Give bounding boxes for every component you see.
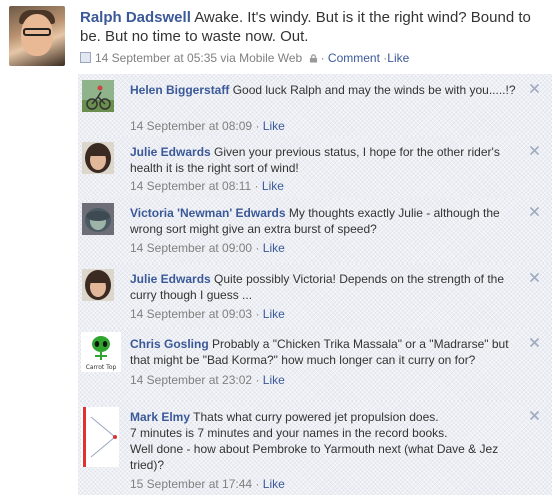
comment-message: Julie Edwards Quite possibly Victoria! D…	[130, 271, 525, 303]
mobile-icon	[80, 52, 91, 63]
close-icon[interactable]	[529, 206, 540, 217]
comment-message: Victoria 'Newman' Edwards My thoughts ex…	[130, 205, 525, 237]
post-meta: 14 September at 05:35 via Mobile Web · C…	[80, 51, 409, 65]
meta-separator: ·	[255, 119, 260, 133]
meta-separator: ·	[320, 51, 325, 65]
comment-timestamp: 14 September at 08:11	[130, 179, 252, 193]
comment-message: Chris Gosling Probably a "Chicken Trika …	[130, 336, 525, 368]
comment-item: Julie Edwards Given your previous status…	[78, 136, 552, 198]
comment-like-link[interactable]: Like	[263, 307, 285, 321]
commenter-avatar[interactable]	[82, 269, 114, 301]
commenter-avatar[interactable]	[82, 203, 114, 235]
comment-timestamp: 14 September at 08:09	[130, 119, 253, 133]
avatar-caption: Carrot Top	[86, 364, 117, 371]
commenter-name[interactable]: Julie Edwards	[130, 145, 211, 159]
comment-item: Mark Elmy Thats what curry powered jet p…	[78, 401, 552, 496]
comment-like-link[interactable]: Like	[263, 119, 285, 133]
comment-meta: 14 September at 09:03 · Like	[130, 307, 285, 321]
post-author-link[interactable]: Ralph Dadswell	[80, 9, 191, 26]
post-timestamp: 14 September at 05:35 via Mobile Web	[95, 51, 303, 65]
commenter-name[interactable]: Mark Elmy	[130, 410, 190, 424]
comment-message: Helen Biggerstaff Good luck Ralph and ma…	[130, 82, 525, 98]
comment-message: Mark Elmy Thats what curry powered jet p…	[130, 409, 525, 473]
comment-meta: 15 September at 17:44 · Like	[130, 477, 285, 491]
comment-meta: 14 September at 23:02 · Like	[130, 373, 285, 387]
commenter-avatar[interactable]	[81, 407, 119, 467]
like-link[interactable]: Like	[387, 51, 409, 65]
comment-item: Victoria 'Newman' Edwards My thoughts ex…	[78, 197, 552, 264]
meta-separator: ·	[255, 477, 260, 491]
comment-link[interactable]: Comment	[328, 51, 380, 65]
close-icon[interactable]	[529, 272, 540, 283]
commenter-avatar[interactable]	[82, 80, 114, 112]
commenter-avatar[interactable]	[82, 142, 114, 174]
commenter-name[interactable]: Julie Edwards	[130, 272, 211, 286]
comment-meta: 14 September at 08:09 · Like	[130, 119, 285, 133]
close-icon[interactable]	[529, 83, 540, 94]
post-message: Ralph Dadswell Awake. It's windy. But is…	[80, 8, 545, 46]
comment-like-link[interactable]: Like	[263, 241, 285, 255]
comment-like-link[interactable]: Like	[262, 179, 284, 193]
comment-timestamp: 14 September at 09:00	[130, 241, 253, 255]
comment-timestamp: 15 September at 17:44	[130, 477, 253, 491]
comment-like-link[interactable]: Like	[263, 373, 285, 387]
comment-message: Julie Edwards Given your previous status…	[130, 144, 525, 176]
meta-separator: ·	[254, 179, 259, 193]
comment-body: Good luck Ralph and may the winds be wit…	[232, 83, 516, 97]
comment-item: Helen Biggerstaff Good luck Ralph and ma…	[78, 74, 552, 137]
comment-like-link[interactable]: Like	[263, 477, 285, 491]
comment-meta: 14 September at 09:00 · Like	[130, 241, 285, 255]
commenter-name[interactable]: Chris Gosling	[130, 337, 209, 351]
comment-item: Julie Edwards Quite possibly Victoria! D…	[78, 263, 552, 329]
close-icon[interactable]	[529, 145, 540, 156]
commenter-avatar[interactable]: Carrot Top	[81, 332, 121, 372]
meta-separator: ·	[255, 241, 260, 255]
comment-item: Carrot Top Chris Gosling Probably a "Chi…	[78, 328, 552, 402]
author-avatar[interactable]	[9, 6, 65, 66]
lock-icon	[309, 54, 317, 63]
comment-meta: 14 September at 08:11 · Like	[130, 179, 284, 193]
commenter-name[interactable]: Helen Biggerstaff	[130, 83, 229, 97]
comment-timestamp: 14 September at 23:02	[130, 373, 253, 387]
close-icon[interactable]	[529, 410, 540, 421]
close-icon[interactable]	[529, 337, 540, 348]
commenter-name[interactable]: Victoria 'Newman' Edwards	[130, 206, 286, 220]
comment-timestamp: 14 September at 09:03	[130, 307, 253, 321]
meta-separator: ·	[255, 373, 260, 387]
meta-separator: ·	[255, 307, 260, 321]
